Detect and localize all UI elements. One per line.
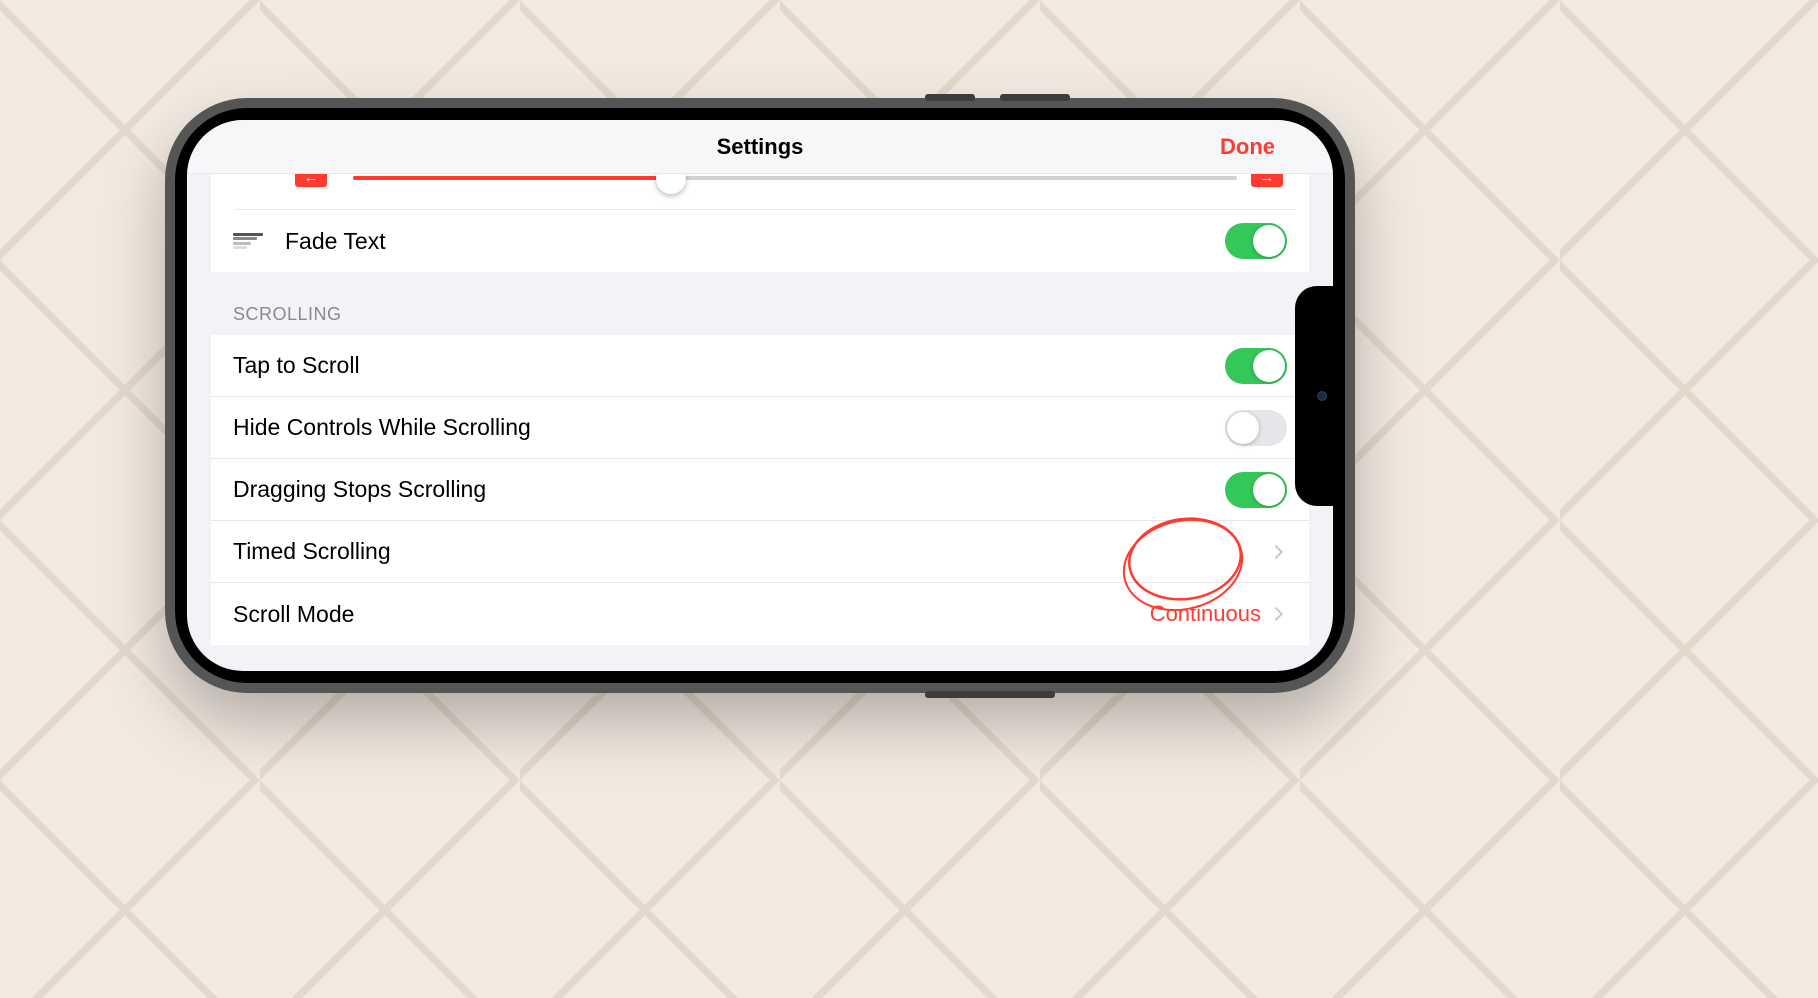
- iphone-inner-bezel: Settings Done ← →: [175, 108, 1345, 683]
- slider-row: ← →: [235, 174, 1295, 210]
- iphone-notch: [1295, 286, 1333, 506]
- chevron-right-icon: [1269, 544, 1283, 558]
- iphone-screen: Settings Done ← →: [187, 120, 1333, 671]
- side-button: [925, 691, 1055, 698]
- tap-to-scroll-switch[interactable]: [1225, 348, 1287, 384]
- fade-text-label: Fade Text: [285, 228, 1225, 255]
- scroll-mode-label: Scroll Mode: [233, 601, 1150, 628]
- slider-fill: [353, 176, 671, 180]
- iphone-bezel: Settings Done ← →: [165, 98, 1355, 693]
- dragging-stops-switch[interactable]: [1225, 472, 1287, 508]
- slider[interactable]: [353, 176, 1237, 180]
- slider-thumb[interactable]: [656, 174, 686, 194]
- scrolling-section-header: SCROLLING: [187, 272, 1333, 335]
- timed-scrolling-label: Timed Scrolling: [233, 538, 1271, 565]
- settings-group-display: ← → Fade Text: [211, 174, 1309, 272]
- tap-to-scroll-cell[interactable]: Tap to Scroll: [211, 335, 1309, 397]
- arrow-right-icon[interactable]: →: [1251, 174, 1283, 187]
- done-button[interactable]: Done: [1220, 134, 1275, 160]
- chevron-right-icon: [1269, 607, 1283, 621]
- side-button: [925, 94, 975, 101]
- settings-content[interactable]: ← → Fade Text: [187, 174, 1333, 671]
- scroll-mode-cell[interactable]: Scroll Mode Continuous: [211, 583, 1309, 645]
- dragging-stops-label: Dragging Stops Scrolling: [233, 476, 1225, 503]
- fade-text-cell[interactable]: Fade Text: [211, 210, 1309, 272]
- hide-controls-cell[interactable]: Hide Controls While Scrolling: [211, 397, 1309, 459]
- hide-controls-switch[interactable]: [1225, 410, 1287, 446]
- navigation-bar: Settings Done: [187, 120, 1333, 174]
- side-button: [1000, 94, 1070, 101]
- settings-group-scrolling: Tap to Scroll Hide Controls While Scroll…: [211, 335, 1309, 645]
- hide-controls-label: Hide Controls While Scrolling: [233, 414, 1225, 441]
- timed-scrolling-cell[interactable]: Timed Scrolling: [211, 521, 1309, 583]
- page-title: Settings: [717, 134, 804, 160]
- fade-text-icon: [233, 230, 263, 252]
- fade-text-switch[interactable]: [1225, 223, 1287, 259]
- tap-to-scroll-label: Tap to Scroll: [233, 352, 1225, 379]
- dragging-stops-cell[interactable]: Dragging Stops Scrolling: [211, 459, 1309, 521]
- scroll-mode-detail: Continuous: [1150, 601, 1261, 627]
- arrow-left-icon[interactable]: ←: [295, 174, 327, 187]
